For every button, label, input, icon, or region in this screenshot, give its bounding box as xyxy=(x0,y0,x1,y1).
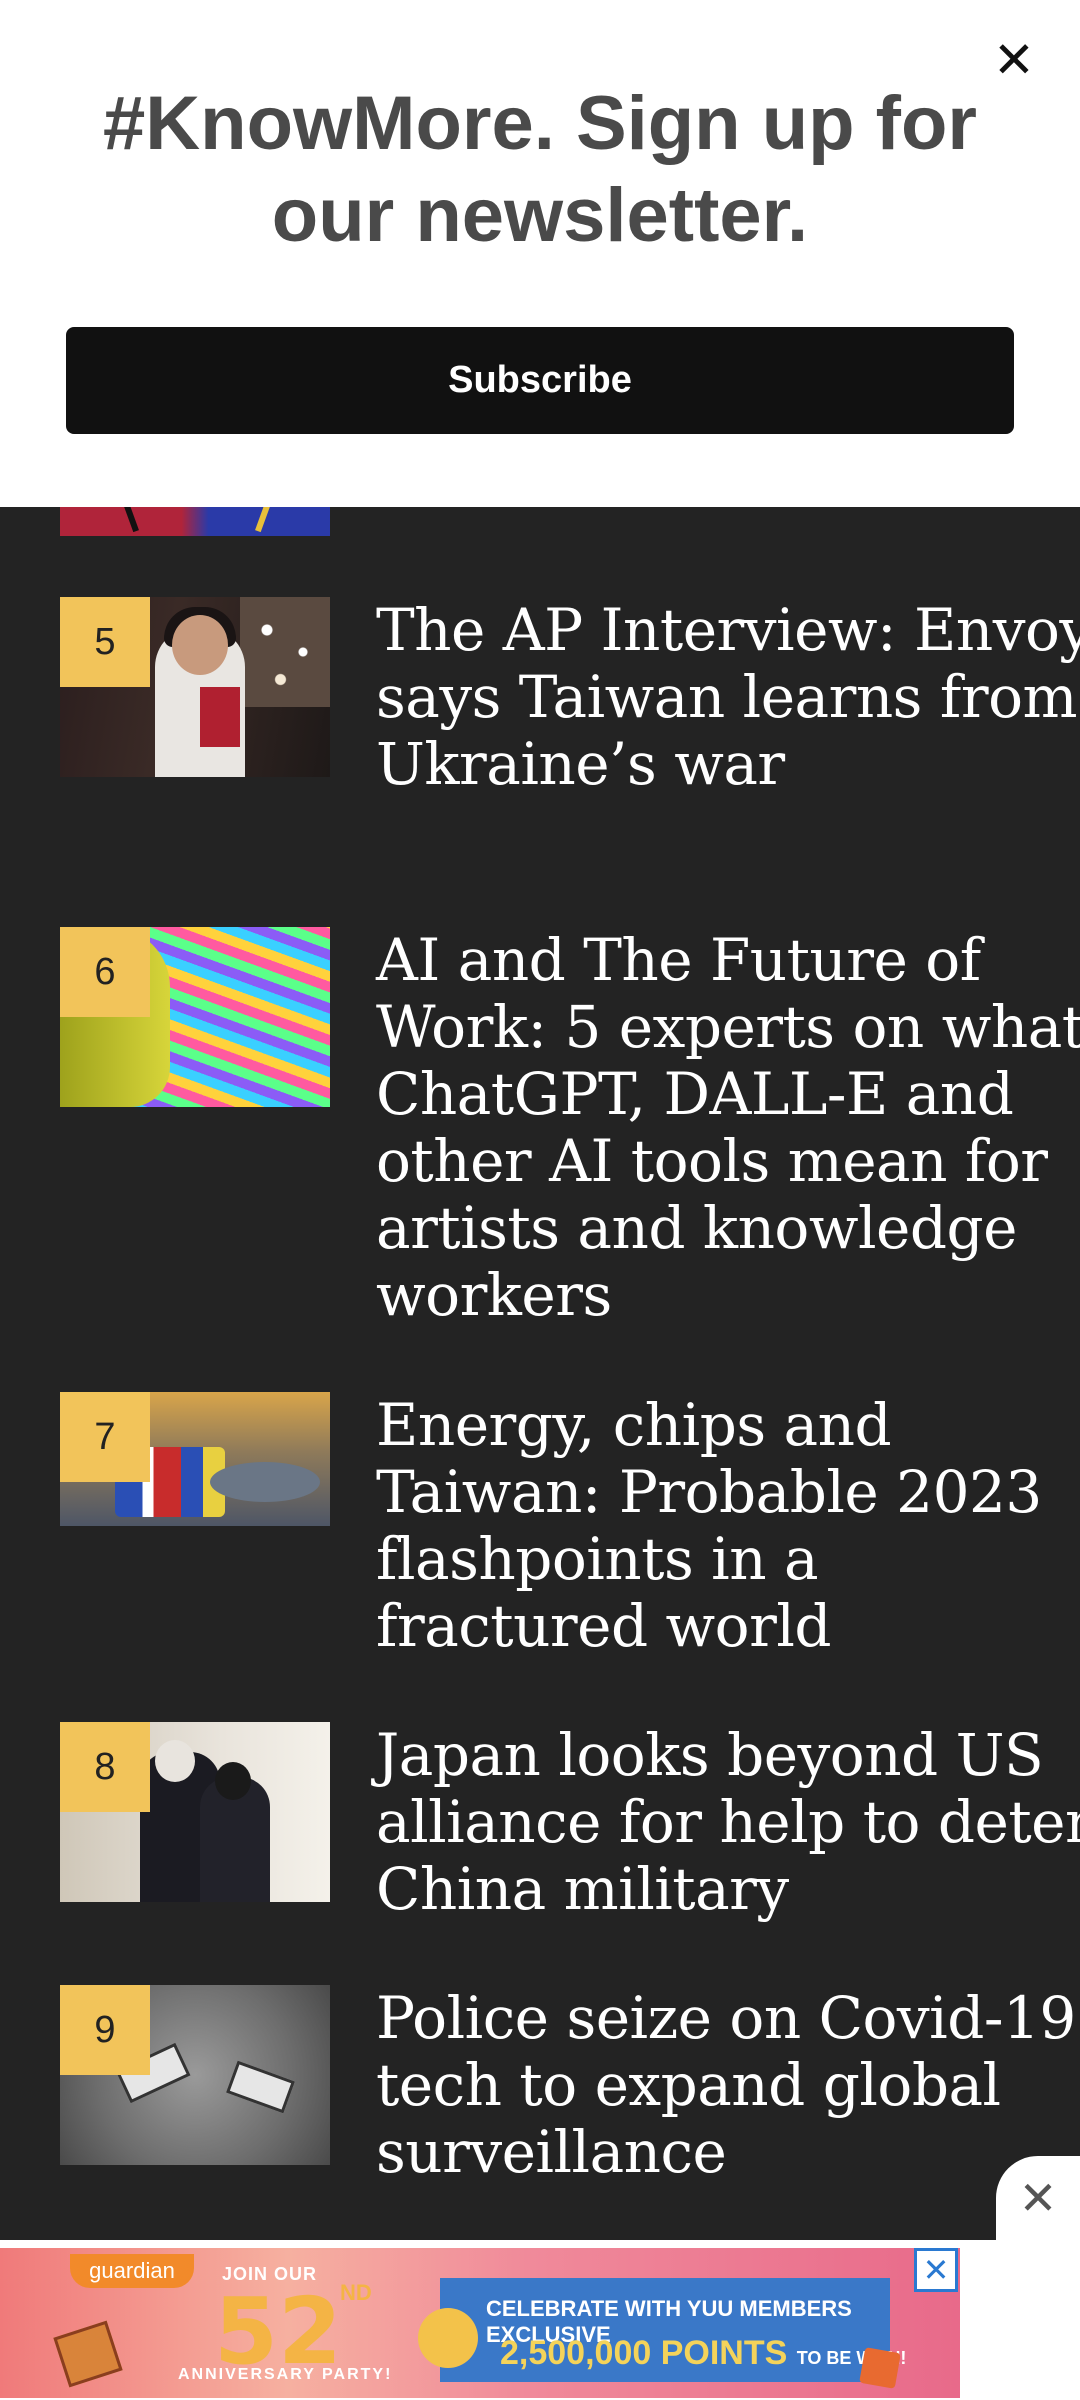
gift-icon xyxy=(53,2320,123,2388)
ad-points: 2,500,000 POINTS TO BE WON! xyxy=(500,2334,906,2373)
brand-logo: guardian xyxy=(70,2254,194,2288)
ad-anniversary-text: ANNIVERSARY PARTY! xyxy=(178,2366,393,2383)
ad-container: guardian JOIN OUR 52 ND ANNIVERSARY PART… xyxy=(0,2240,1080,2400)
article-headline[interactable]: The AP Interview: Envoy says Taiwan lear… xyxy=(376,597,1080,798)
list-item[interactable]: 5 The AP Interview: Envoy says Taiwan le… xyxy=(60,597,1080,877)
rank-badge: 9 xyxy=(60,1985,150,2075)
ad-number-suffix: ND xyxy=(340,2280,372,2305)
shopping-bag-icon xyxy=(859,2347,901,2389)
subscribe-button[interactable]: Subscribe xyxy=(66,327,1014,434)
ad-banner[interactable]: guardian JOIN OUR 52 ND ANNIVERSARY PART… xyxy=(0,2248,960,2398)
article-headline[interactable]: AI and The Future of Work: 5 experts on … xyxy=(376,927,1080,1329)
rank-badge: 5 xyxy=(60,597,150,687)
rank-badge: 7 xyxy=(60,1392,150,1482)
rank-badge: 8 xyxy=(60,1722,150,1812)
rank-badge: 6 xyxy=(60,927,150,1017)
newsletter-modal: ✕ #KnowMore. Sign up for our newsletter.… xyxy=(0,0,1080,507)
mascot-icon xyxy=(418,2308,478,2368)
newsletter-title: #KnowMore. Sign up for our newsletter. xyxy=(103,81,977,258)
list-item[interactable]: 8 Japan looks beyond US alliance for hel… xyxy=(60,1722,1080,1932)
ad-points-value: 2,500,000 POINTS xyxy=(500,2334,788,2372)
ad-banner-close-icon[interactable]: ✕ xyxy=(914,2248,958,2292)
list-item[interactable]: 7 Energy, chips and Taiwan: Probable 202… xyxy=(60,1392,1042,1672)
article-headline[interactable]: Energy, chips and Taiwan: Probable 2023 … xyxy=(376,1392,1080,1660)
ad-close-icon[interactable]: ✕ xyxy=(996,2156,1080,2240)
list-item[interactable]: 9 Police seize on Covid-19 tech to expan… xyxy=(60,1985,1076,2195)
article-headline[interactable]: Police seize on Covid-19 tech to expand … xyxy=(376,1985,1080,2186)
list-item[interactable]: 6 AI and The Future of Work: 5 experts o… xyxy=(60,927,1080,1347)
article-headline[interactable]: Japan looks beyond US alliance for help … xyxy=(376,1722,1080,1923)
